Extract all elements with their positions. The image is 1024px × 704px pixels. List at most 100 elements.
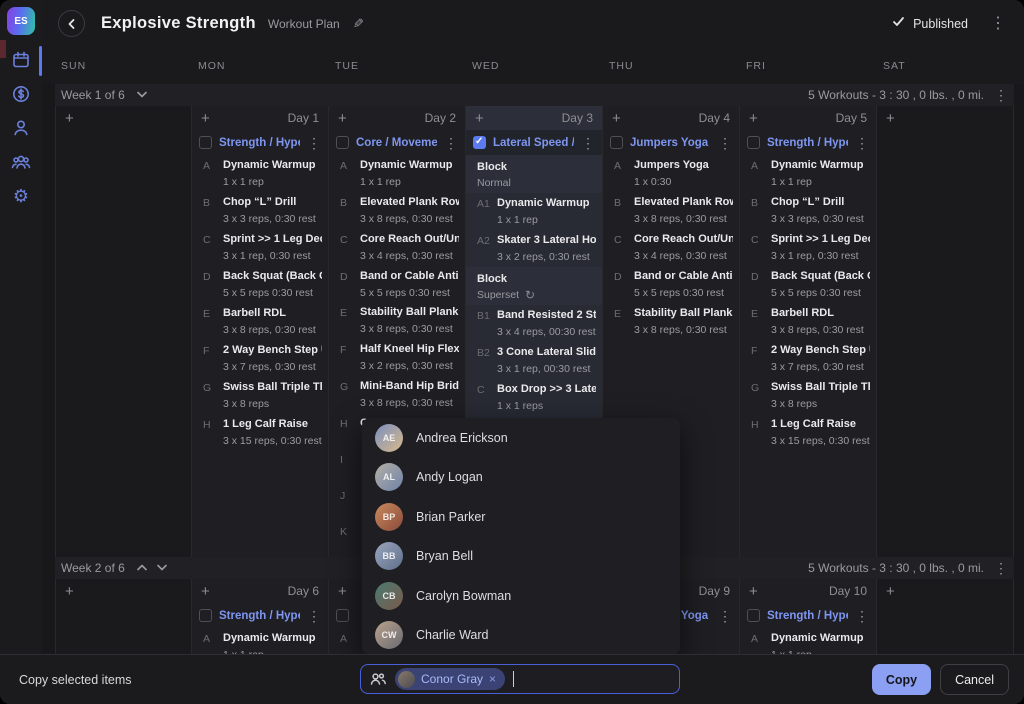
add-workout-icon[interactable]: + (475, 110, 484, 127)
exercise-row[interactable]: CSprint >> 1 Leg Declarations3 x 1 rep, … (192, 229, 328, 266)
athlete-option[interactable]: CWCharlie Ward (362, 616, 680, 656)
week-collapse-up-icon[interactable] (137, 559, 147, 577)
exercise-row[interactable]: DBand or Cable Anti-Rotati...5 x 5 reps … (329, 266, 465, 303)
workout-title[interactable]: Strength / Hypertro... (767, 610, 848, 622)
exercise-row[interactable]: CCore Reach Out/Under3 x 4 reps, 0:30 re… (603, 229, 739, 266)
exercise-row[interactable]: H1 Leg Calf Raise3 x 15 reps, 0:30 rest (740, 414, 876, 451)
workout-checkbox[interactable] (336, 609, 349, 622)
exercise-row[interactable]: EBarbell RDL3 x 8 reps, 0:30 rest (740, 303, 876, 340)
teams-icon[interactable] (9, 150, 33, 174)
exercise-row[interactable]: GSwiss Ball Triple Threat3 x 8 reps (740, 377, 876, 414)
exercise-row[interactable]: FHalf Kneel Hip Flexor Rais...3 x 2 reps… (329, 339, 465, 376)
athlete-option[interactable]: CBCarolyn Bowman (362, 576, 680, 616)
athlete-option[interactable]: AEAndrea Erickson (362, 418, 680, 458)
calendar-icon[interactable] (9, 48, 33, 72)
workout-title[interactable]: Strength / Hypertro... (219, 137, 300, 149)
workout-title[interactable]: Lateral Speed / Plyo (493, 137, 574, 149)
add-workout-icon[interactable]: + (886, 583, 895, 600)
day-label: Day 5 (836, 111, 867, 125)
exercise-row[interactable]: EBarbell RDL3 x 8 reps, 0:30 rest (192, 303, 328, 340)
exercise-row[interactable]: B1Band Resisted 2 Step Late...3 x 4 reps… (466, 305, 602, 342)
workout-menu-icon[interactable]: ⋮ (718, 136, 732, 150)
assign-to-input[interactable]: Conor Gray × (360, 664, 680, 694)
add-workout-icon[interactable]: + (612, 110, 621, 127)
add-workout-icon[interactable]: + (886, 110, 895, 127)
exercise-row[interactable]: BElevated Plank Row3 x 8 reps, 0:30 rest (603, 192, 739, 229)
copy-button[interactable]: Copy (872, 664, 931, 695)
exercise-row[interactable]: BChop “L” Drill3 x 3 reps, 0:30 rest (192, 192, 328, 229)
workout-menu-icon[interactable]: ⋮ (307, 609, 321, 623)
add-workout-icon[interactable]: + (749, 110, 758, 127)
exercise-detail: 3 x 1 rep, 0:30 rest (771, 250, 870, 263)
athlete-option[interactable]: ALAndy Logan (362, 458, 680, 498)
workout-title[interactable]: Strength / Hypertro... (767, 137, 848, 149)
workout-checkbox[interactable] (747, 136, 760, 149)
edit-title-icon[interactable]: ✎ (353, 16, 364, 32)
week-menu-icon[interactable]: ⋮ (994, 561, 1008, 575)
exercise-letter: K (329, 525, 360, 554)
workout-checkbox[interactable] (610, 136, 623, 149)
workout-menu-icon[interactable]: ⋮ (444, 136, 458, 150)
exercise-row[interactable]: A2Skater 3 Lateral Hops >> ...3 x 2 reps… (466, 230, 602, 267)
published-status[interactable]: Published (913, 17, 968, 31)
workout-menu-icon[interactable]: ⋮ (307, 136, 321, 150)
exercise-row[interactable]: BChop “L” Drill3 x 3 reps, 0:30 rest (740, 192, 876, 229)
exercise-row[interactable]: CBox Drop >> 3 Lateral H...1 x 1 reps (466, 379, 602, 416)
exercise-row[interactable]: EStability Ball Plank Linear ...3 x 8 re… (329, 302, 465, 339)
athlete-option[interactable]: BPBrian Parker (362, 497, 680, 537)
exercise-row[interactable]: GSwiss Ball Triple Threat3 x 8 reps (192, 377, 328, 414)
add-workout-icon[interactable]: + (65, 583, 74, 600)
exercise-row[interactable]: F2 Way Bench Step Up3 x 7 reps, 0:30 res… (740, 340, 876, 377)
workout-menu-icon[interactable]: ⋮ (718, 609, 732, 623)
week-collapse-down-icon[interactable] (157, 559, 167, 577)
athlete-dropdown: AEAndrea EricksonALAndy LoganBPBrian Par… (362, 418, 680, 655)
exercise-row[interactable]: BElevated Plank Row3 x 8 reps, 0:30 rest (329, 192, 465, 229)
back-button[interactable] (58, 10, 85, 37)
exercise-row[interactable]: A1Dynamic Warmup1 x 1 rep (466, 193, 602, 230)
exercise-row[interactable]: CCore Reach Out/Under3 x 4 reps, 0:30 re… (329, 229, 465, 266)
exercise-row[interactable]: DBand or Cable Anti Rotati...5 x 5 reps … (603, 266, 739, 303)
exercise-row[interactable]: ADynamic Warmup1 x 1 rep (192, 155, 328, 192)
exercise-name: Dynamic Warmup (223, 632, 322, 645)
exercise-row[interactable]: ADynamic Warmup1 x 1 rep (329, 155, 465, 192)
exercise-row[interactable]: DBack Squat (Back Off Set)5 x 5 reps 0:3… (192, 266, 328, 303)
workout-title[interactable]: Jumpers Yoga / Core (630, 137, 711, 149)
workout-title[interactable]: Core / Movement Q... (356, 137, 437, 149)
exercise-row[interactable]: AJumpers Yoga1 x 0:30 (603, 155, 739, 192)
exercise-row[interactable]: GMini-Band Hip Bridge w/ ...3 x 8 reps, … (329, 376, 465, 413)
exercise-name: 3 Cone Lateral Slide (497, 346, 596, 359)
add-workout-icon[interactable]: + (338, 583, 347, 600)
add-workout-icon[interactable]: + (65, 110, 74, 127)
week-menu-icon[interactable]: ⋮ (994, 88, 1008, 102)
exercise-row[interactable]: B23 Cone Lateral Slide3 x 1 rep, 00:30 r… (466, 342, 602, 379)
settings-icon[interactable]: ⚙ (9, 184, 33, 208)
exercise-row[interactable]: ADynamic Warmup1 x 1 rep (740, 155, 876, 192)
client-icon[interactable] (9, 116, 33, 140)
billing-icon[interactable] (9, 82, 33, 106)
add-workout-icon[interactable]: + (338, 110, 347, 127)
athlete-option[interactable]: BBBryan Bell (362, 537, 680, 577)
add-workout-icon[interactable]: + (749, 583, 758, 600)
workout-checkbox[interactable] (336, 136, 349, 149)
exercise-row[interactable]: H1 Leg Calf Raise3 x 15 reps, 0:30 rest (192, 414, 328, 451)
plan-menu-icon[interactable]: ⋮ (990, 16, 1006, 32)
add-workout-icon[interactable]: + (201, 110, 210, 127)
add-workout-icon[interactable]: + (201, 583, 210, 600)
exercise-row[interactable]: EStability Ball Plank Linear ...3 x 8 re… (603, 303, 739, 340)
exercise-row[interactable]: F2 Way Bench Step Up3 x 7 reps, 0:30 res… (192, 340, 328, 377)
workout-checkbox[interactable] (473, 136, 486, 149)
workout-menu-icon[interactable]: ⋮ (855, 609, 869, 623)
workout-checkbox[interactable] (199, 136, 212, 149)
cancel-button[interactable]: Cancel (940, 664, 1009, 695)
workout-title[interactable]: Strength / Hypertro... (219, 610, 300, 622)
workout-menu-icon[interactable]: ⋮ (581, 136, 595, 150)
exercise-row[interactable]: DBack Squat (Back Off Set)5 x 5 reps 0:3… (740, 266, 876, 303)
chip-remove-icon[interactable]: × (489, 672, 496, 686)
athlete-chip[interactable]: Conor Gray × (395, 668, 505, 690)
app-logo[interactable]: ES (7, 7, 35, 35)
workout-checkbox[interactable] (747, 609, 760, 622)
week-collapse-down-icon[interactable] (137, 86, 147, 104)
workout-checkbox[interactable] (199, 609, 212, 622)
exercise-row[interactable]: CSprint >> 1 Leg Declarations3 x 1 rep, … (740, 229, 876, 266)
workout-menu-icon[interactable]: ⋮ (855, 136, 869, 150)
